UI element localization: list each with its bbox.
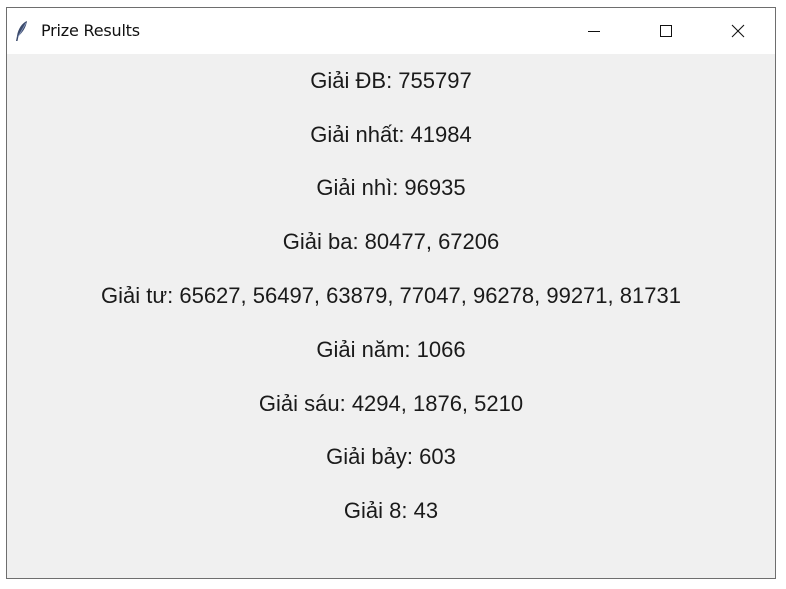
app-window: Prize Results Giải ĐB: 755797 Giải nhất:… <box>6 7 776 579</box>
minimize-icon <box>587 24 601 38</box>
result-third: Giải ba: 80477, 67206 <box>282 229 500 254</box>
maximize-icon <box>659 24 673 38</box>
results-panel: Giải ĐB: 755797 Giải nhất: 41984 Giải nh… <box>7 54 775 578</box>
result-special: Giải ĐB: 755797 <box>310 68 472 93</box>
result-first: Giải nhất: 41984 <box>310 122 472 147</box>
feather-icon <box>14 20 30 42</box>
window-title: Prize Results <box>41 21 140 40</box>
minimize-button[interactable] <box>571 8 617 54</box>
result-seventh: Giải bảy: 603 <box>326 444 456 469</box>
result-eighth: Giải 8: 43 <box>343 498 439 523</box>
result-fifth: Giải năm: 1066 <box>316 337 466 362</box>
maximize-button[interactable] <box>643 8 689 54</box>
close-button[interactable] <box>715 8 761 54</box>
result-second: Giải nhì: 96935 <box>316 175 466 200</box>
result-fourth: Giải tư: 65627, 56497, 63879, 77047, 962… <box>101 283 681 308</box>
close-icon <box>731 24 745 38</box>
title-bar[interactable]: Prize Results <box>7 8 775 54</box>
result-sixth: Giải sáu: 4294, 1876, 5210 <box>258 391 524 416</box>
